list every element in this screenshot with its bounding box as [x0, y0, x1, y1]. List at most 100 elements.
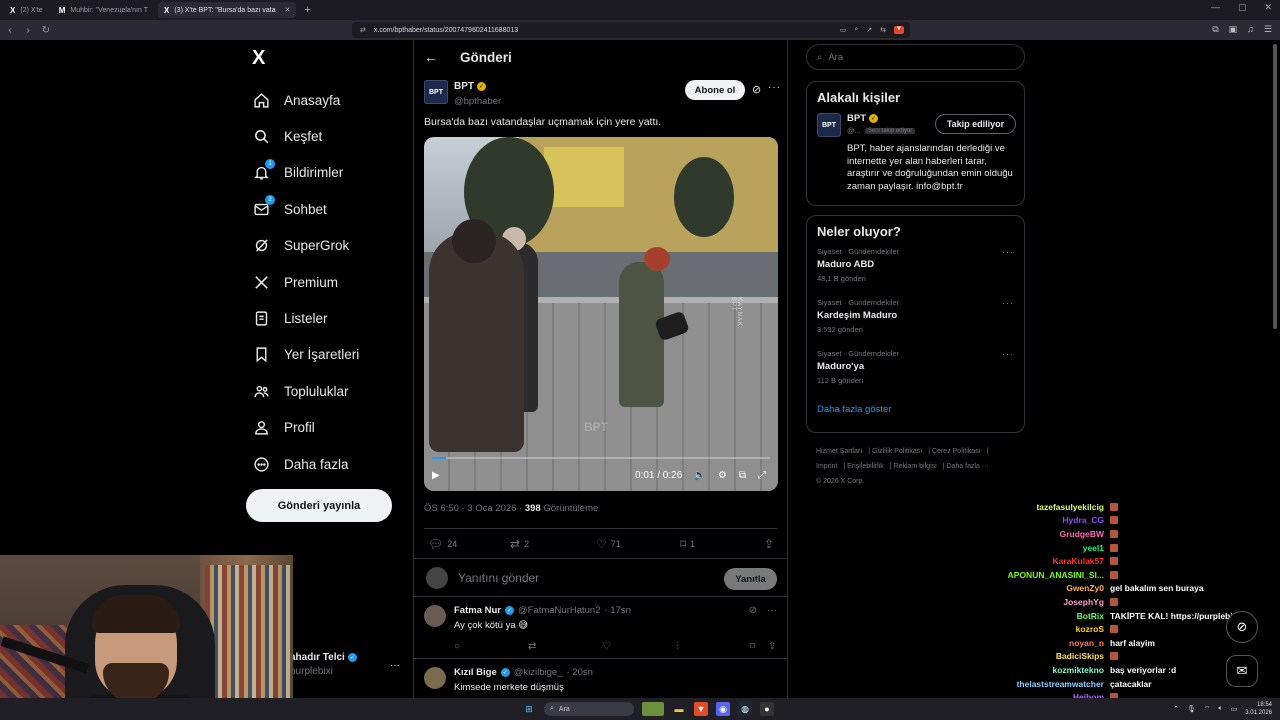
- close-tab-icon[interactable]: ✕: [285, 6, 291, 14]
- play-icon[interactable]: ▶: [432, 470, 440, 481]
- avatar[interactable]: BPT: [817, 113, 841, 137]
- share-action[interactable]: ⇪: [764, 537, 774, 551]
- reload-icon[interactable]: ↻: [38, 25, 54, 36]
- post-timestamp[interactable]: ÖS 6:50 · 3 Oca 2026 ·: [424, 503, 525, 514]
- widget-icon[interactable]: [642, 702, 664, 716]
- repost-action[interactable]: ⇄ 2: [510, 537, 529, 551]
- more-icon[interactable]: ···: [1002, 298, 1014, 308]
- scrollbar[interactable]: [1273, 44, 1277, 329]
- windows-start-icon[interactable]: ⊞: [522, 702, 536, 716]
- extension-icon[interactable]: ⧉: [1212, 24, 1218, 35]
- site-info-icon[interactable]: ⇄: [360, 26, 366, 34]
- comment-handle[interactable]: @FatmaNurHatun2: [518, 605, 601, 616]
- footer-link[interactable]: Erişilebilirlik: [847, 463, 884, 470]
- zoom-icon[interactable]: ⌕: [854, 26, 858, 34]
- avatar[interactable]: [424, 605, 446, 627]
- like-action[interactable]: ♡ 71: [596, 537, 621, 551]
- reader-icon[interactable]: ▭: [840, 26, 847, 34]
- url-bar[interactable]: ⇄ x.com/bpthaber/status/2007479602411688…: [352, 22, 910, 38]
- account-more-icon[interactable]: ···: [390, 660, 400, 671]
- reply-icon[interactable]: ○: [454, 641, 460, 652]
- more-icon[interactable]: ···: [1002, 247, 1014, 257]
- author-handle[interactable]: @bpthaber: [454, 96, 501, 107]
- media-icon[interactable]: ♫: [1247, 24, 1254, 35]
- list-item[interactable]: Fatma Nur ✓ @FatmaNurHatun2 · 17sn Ay ço…: [414, 597, 787, 659]
- fullscreen-icon[interactable]: ⤢: [758, 470, 766, 481]
- pip-icon[interactable]: ⧉: [739, 470, 746, 481]
- discord-icon[interactable]: ◉: [716, 702, 730, 716]
- mic-icon[interactable]: 🎙︎: [1187, 705, 1196, 713]
- sidebar-item-chat[interactable]: 2 Sohbet: [252, 191, 359, 227]
- more-icon[interactable]: ···: [768, 82, 781, 93]
- back-arrow-icon[interactable]: ←: [424, 49, 438, 65]
- sidebar-item-premium[interactable]: Premium: [252, 264, 359, 300]
- show-more-link[interactable]: Daha fazla göster: [807, 400, 1024, 425]
- sidebar-item-lists[interactable]: Listeler: [252, 300, 359, 336]
- steam-icon[interactable]: ◍: [738, 702, 752, 716]
- minimize-icon[interactable]: —: [1211, 2, 1220, 13]
- sidebar-item-explore[interactable]: Keşfet: [252, 118, 359, 154]
- menu-icon[interactable]: ☰: [1264, 24, 1272, 35]
- grok-icon[interactable]: ⊘: [749, 605, 757, 616]
- clock[interactable]: 18:54 3.01.2026: [1245, 701, 1272, 717]
- trend-item[interactable]: Siyaset · Gündemdekiler Kardeşim Maduro …: [807, 298, 1024, 349]
- comment-author[interactable]: Kızıl Bige: [454, 667, 497, 678]
- folder-icon[interactable]: ▬: [672, 702, 686, 716]
- more-icon[interactable]: ···: [1002, 349, 1014, 359]
- browser-tab[interactable]: X (2) X'te: [4, 2, 49, 18]
- forward-arrow-icon[interactable]: ›: [20, 25, 36, 36]
- share-icon[interactable]: ⇪: [768, 641, 776, 652]
- sidebar-item-more[interactable]: Daha fazla: [252, 446, 359, 482]
- repost-icon[interactable]: ⇄: [528, 641, 536, 652]
- x-logo-icon[interactable]: X: [252, 47, 265, 70]
- translate-icon[interactable]: ⇆: [880, 26, 886, 34]
- post-button[interactable]: Gönderi yayınla: [246, 489, 392, 522]
- sidebar-item-communities[interactable]: Topluluklar: [252, 373, 359, 409]
- video-player[interactable]: KAYNAK: BPT BPT ▶ 0:01 / 0:26 🔈 ⚙ ⧉ ⤢: [424, 137, 778, 491]
- settings-gear-icon[interactable]: ⚙: [718, 470, 727, 481]
- battery-icon[interactable]: ▭: [1231, 705, 1238, 713]
- account-switcher[interactable]: ahadır Telci ✓ purplebixi ···: [290, 652, 410, 677]
- back-arrow-icon[interactable]: ‹: [2, 25, 18, 36]
- footer-link[interactable]: Reklam bilgisi: [894, 463, 937, 470]
- sidebar-item-notifications[interactable]: 1 Bildirimler: [252, 155, 359, 191]
- volume-icon[interactable]: 🔈︎: [1218, 705, 1222, 713]
- bookmark-icon[interactable]: ⌑: [750, 641, 755, 652]
- reply-button[interactable]: Yanıtla: [724, 568, 777, 590]
- stats-icon[interactable]: ⫶: [676, 641, 679, 652]
- following-button[interactable]: Takip ediliyor: [935, 114, 1016, 134]
- sidebar-item-home[interactable]: Anasayfa: [252, 82, 359, 118]
- obs-icon[interactable]: ●: [760, 702, 774, 716]
- brave-icon[interactable]: ▼: [694, 702, 708, 716]
- wifi-icon[interactable]: ⌔: [1204, 705, 1211, 714]
- reply-input[interactable]: Yanıtını gönder: [458, 571, 539, 585]
- bookmark-action[interactable]: ⌑ 1: [680, 537, 695, 551]
- browser-tab-active[interactable]: X (3) X'te BPT: "Bursa'da bazı vata ✕: [158, 2, 297, 18]
- taskbar-search[interactable]: ⌕ Ara: [544, 702, 634, 716]
- reply-action[interactable]: 💬︎ 24: [428, 537, 457, 551]
- avatar[interactable]: [424, 667, 446, 689]
- chevron-up-icon[interactable]: ⌃: [1173, 705, 1179, 713]
- sidebar-item-profile[interactable]: Profil: [252, 410, 359, 446]
- footer-link[interactable]: Imprint: [816, 463, 837, 470]
- messages-floating-button[interactable]: ✉: [1226, 655, 1258, 687]
- footer-link[interactable]: Daha fazla ···: [946, 463, 988, 470]
- close-window-icon[interactable]: ✕: [1264, 2, 1272, 13]
- sidebar-item-bookmarks[interactable]: Yer İşaretleri: [252, 337, 359, 373]
- video-progress-bar[interactable]: [432, 457, 770, 459]
- share-icon[interactable]: ↗: [866, 26, 872, 34]
- heart-icon[interactable]: ♡: [602, 641, 611, 652]
- search-input[interactable]: ⌕ Ara: [806, 44, 1025, 70]
- grok-icon[interactable]: ⊘: [752, 83, 761, 96]
- sidebar-item-supergrok[interactable]: SuperGrok: [252, 228, 359, 264]
- more-icon[interactable]: ···: [767, 605, 777, 616]
- subscribe-button[interactable]: Abone ol: [685, 80, 745, 100]
- footer-link[interactable]: Gizlilik Politikası: [872, 448, 922, 455]
- comment-author[interactable]: Fatma Nur: [454, 605, 501, 616]
- avatar[interactable]: BPT: [424, 80, 448, 104]
- author-name[interactable]: BPT: [454, 81, 474, 92]
- new-tab-button[interactable]: +: [304, 4, 310, 16]
- grok-floating-button[interactable]: ⊘: [1226, 611, 1258, 643]
- trend-item[interactable]: Siyaset · Gündemdekiler Maduro ABD 48,1 …: [807, 247, 1024, 298]
- browser-tab[interactable]: M Muhbir: "Venezuela'nın T: [53, 2, 154, 18]
